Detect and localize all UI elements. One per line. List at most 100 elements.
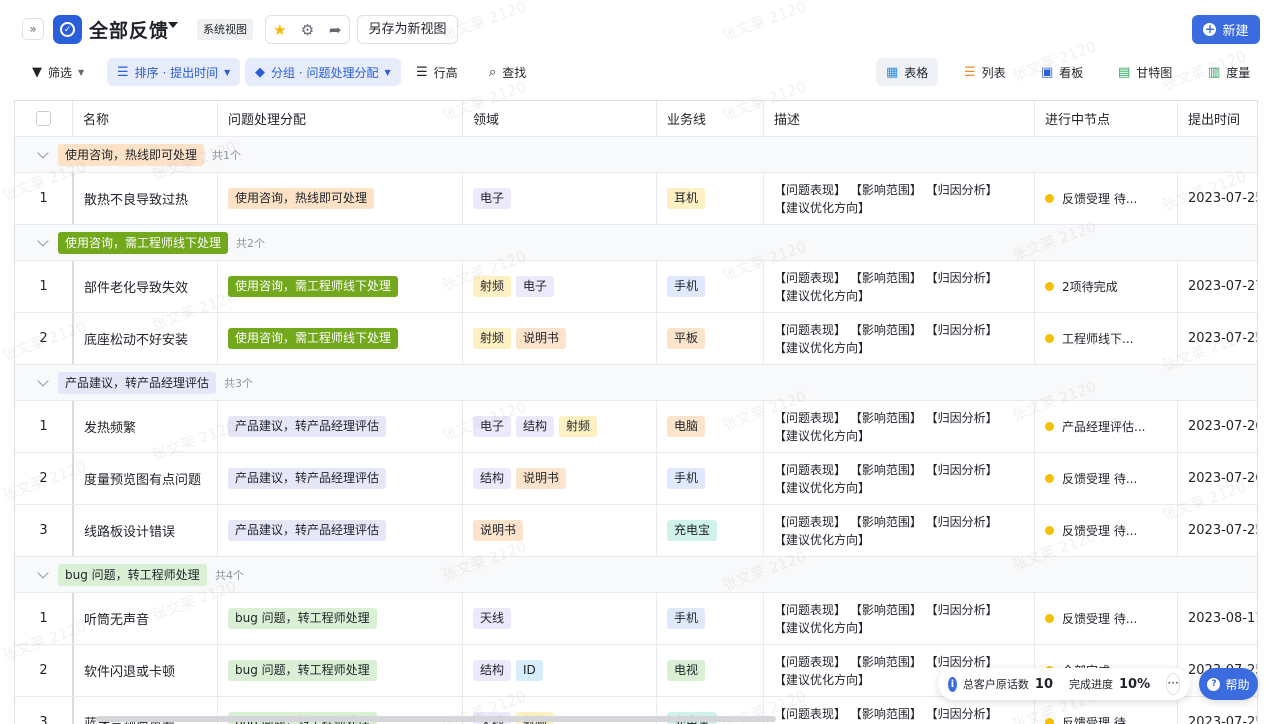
submit-date[interactable]: 2023-07-25 bbox=[1177, 505, 1257, 556]
view-kanban-tab[interactable]: ▣ 看板 bbox=[1031, 58, 1093, 86]
feedback-name[interactable]: 发热频繁 bbox=[72, 401, 217, 452]
select-all-checkbox[interactable] bbox=[36, 111, 51, 126]
chevron-down-icon[interactable] bbox=[37, 375, 49, 387]
table-row[interactable]: 1 散热不良导致过热 使用咨询，热线即可处理 电子 耳机 【问题表现】 【影响范围】 【归… bbox=[15, 173, 1257, 225]
assign-cell[interactable]: 使用咨询，需工程师线下处理 bbox=[217, 313, 462, 364]
find-button[interactable]: ⌕ 查找 bbox=[479, 58, 536, 86]
business-line-cell[interactable]: 平板 bbox=[656, 313, 763, 364]
feedback-name[interactable]: 软件闪退或卡顿 bbox=[72, 645, 217, 696]
column-header-name[interactable]: 名称 bbox=[72, 101, 217, 136]
table-row[interactable]: 3 线路板设计错误 产品建议，转产品经理评估 说明书 充电宝 【问题表现】 【影响范围】 … bbox=[15, 505, 1257, 557]
domain-cell[interactable]: 说明书 bbox=[462, 505, 656, 556]
row-height-button[interactable]: ☰ 行高 bbox=[406, 58, 468, 86]
description-cell[interactable]: 【问题表现】 【影响范围】 【归因分析】【建议优化方向】 bbox=[763, 697, 1034, 724]
active-node-cell[interactable]: 反馈受理 待... bbox=[1034, 697, 1177, 724]
submit-date[interactable]: 2023-07-27 bbox=[1177, 261, 1257, 312]
feedback-name[interactable]: 部件老化导致失效 bbox=[72, 261, 217, 312]
assign-cell[interactable]: bug 问题，转工程师处理 bbox=[217, 645, 462, 696]
column-header-active-node[interactable]: 进行中节点 bbox=[1034, 101, 1177, 136]
business-line-cell[interactable]: 充电宝 bbox=[656, 505, 763, 556]
column-header-submit-time[interactable]: 提出时间 bbox=[1177, 101, 1257, 136]
page-title[interactable]: 全部反馈 bbox=[89, 16, 169, 43]
gear-icon[interactable]: ⚙ bbox=[294, 16, 322, 43]
active-node-cell[interactable]: 反馈受理 待... bbox=[1034, 505, 1177, 556]
chevron-down-icon[interactable] bbox=[37, 147, 49, 159]
table-row[interactable]: 1 听筒无声音 bug 问题，转工程师处理 天线 手机 【问题表现】 【影响范围】 【归因… bbox=[15, 593, 1257, 645]
description-cell[interactable]: 【问题表现】 【影响范围】 【归因分析】【建议优化方向】 bbox=[763, 593, 1034, 644]
star-icon[interactable]: ★ bbox=[266, 16, 294, 43]
help-button[interactable]: ? 帮助 bbox=[1199, 668, 1258, 700]
view-table-tab[interactable]: ▦ 表格 bbox=[876, 58, 939, 86]
column-header-business-line[interactable]: 业务线 bbox=[656, 101, 763, 136]
active-node-cell[interactable]: 反馈受理 待... bbox=[1034, 453, 1177, 504]
feedback-name[interactable]: 散热不良导致过热 bbox=[72, 173, 217, 224]
feedback-name[interactable]: 底座松动不好安装 bbox=[72, 313, 217, 364]
column-header-assign[interactable]: 问题处理分配 bbox=[217, 101, 462, 136]
description-cell[interactable]: 【问题表现】 【影响范围】 【归因分析】【建议优化方向】 bbox=[763, 505, 1034, 556]
chevron-down-icon[interactable] bbox=[37, 235, 49, 247]
table-row[interactable]: 2 底座松动不好安装 使用咨询，需工程师线下处理 射频 说明书 平板 【问题表现】 【影响范… bbox=[15, 313, 1257, 365]
feedback-name[interactable]: 线路板设计错误 bbox=[72, 505, 217, 556]
submit-date[interactable]: 2023-07-26 bbox=[1177, 453, 1257, 504]
save-as-new-view-button[interactable]: 另存为新视图 bbox=[357, 15, 458, 44]
domain-cell[interactable]: 电子 结构 射频 bbox=[462, 401, 656, 452]
active-node-cell[interactable]: 产品经理评估... bbox=[1034, 401, 1177, 452]
assign-cell[interactable]: bug 问题，转工程师处理 bbox=[217, 593, 462, 644]
active-node-cell[interactable]: 2项待完成 bbox=[1034, 261, 1177, 312]
view-list-tab[interactable]: ☰ 列表 bbox=[954, 58, 1016, 86]
assign-cell[interactable]: 产品建议，转产品经理评估 bbox=[217, 401, 462, 452]
business-line-cell[interactable]: 耳机 bbox=[656, 173, 763, 224]
submit-date[interactable]: 2023-07-25 bbox=[1177, 173, 1257, 224]
view-metric-tab[interactable]: ▥ 度量 bbox=[1198, 58, 1260, 86]
view-gantt-tab[interactable]: ▤ 甘特图 bbox=[1108, 58, 1182, 86]
active-node-text: 2项待完成 bbox=[1062, 280, 1118, 294]
submit-date[interactable]: 2023-08-11 bbox=[1177, 593, 1257, 644]
active-node-cell[interactable]: 反馈受理 待... bbox=[1034, 173, 1177, 224]
domain-cell[interactable]: 天线 bbox=[462, 593, 656, 644]
feedback-name[interactable]: 听筒无声音 bbox=[72, 593, 217, 644]
active-node-cell[interactable]: 反馈受理 待... bbox=[1034, 593, 1177, 644]
assign-cell[interactable]: 产品建议，转产品经理评估 bbox=[217, 453, 462, 504]
business-line-cell[interactable]: 电脑 bbox=[656, 401, 763, 452]
feedback-name[interactable]: 度量预览图有点问题 bbox=[72, 453, 217, 504]
table-row[interactable]: 2 度量预览图有点问题 产品建议，转产品经理评估 结构 说明书 手机 【问题表现】 【影响范… bbox=[15, 453, 1257, 505]
business-line-cell[interactable]: 电视 bbox=[656, 645, 763, 696]
double-chevron-icon: » bbox=[29, 22, 37, 36]
chevron-down-icon[interactable] bbox=[37, 567, 49, 579]
group-count: 共4个 bbox=[215, 569, 244, 582]
share-icon[interactable]: ➦ bbox=[321, 16, 349, 43]
submit-date[interactable]: 2023-07-26 bbox=[1177, 401, 1257, 452]
domain-cell[interactable]: 射频 说明书 bbox=[462, 313, 656, 364]
new-button[interactable]: + 新建 bbox=[1192, 15, 1260, 44]
description-cell[interactable]: 【问题表现】 【影响范围】 【归因分析】【建议优化方向】 bbox=[763, 453, 1034, 504]
business-line-cell[interactable]: 手机 bbox=[656, 593, 763, 644]
description-cell[interactable]: 【问题表现】 【影响范围】 【归因分析】【建议优化方向】 bbox=[763, 313, 1034, 364]
group-button[interactable]: ◆ 分组 · 问题处理分配 ▼ bbox=[245, 58, 401, 86]
submit-date[interactable]: 2023-07-25 bbox=[1177, 313, 1257, 364]
more-icon[interactable]: ··· bbox=[1166, 673, 1180, 695]
active-node-cell[interactable]: 工程师线下... bbox=[1034, 313, 1177, 364]
assign-cell[interactable]: 使用咨询，热线即可处理 bbox=[217, 173, 462, 224]
sort-button[interactable]: ☰ 排序 · 提出时间 ▼ bbox=[107, 58, 241, 86]
business-line-cell[interactable]: 手机 bbox=[656, 261, 763, 312]
domain-tag: 结构 bbox=[473, 660, 512, 681]
domain-cell[interactable]: 结构 ID bbox=[462, 645, 656, 696]
submit-date[interactable]: 2023-07-25 bbox=[1177, 697, 1257, 724]
column-header-domain[interactable]: 领域 bbox=[462, 101, 656, 136]
domain-cell[interactable]: 结构 说明书 bbox=[462, 453, 656, 504]
assign-cell[interactable]: 使用咨询，需工程师线下处理 bbox=[217, 261, 462, 312]
assign-cell[interactable]: 产品建议，转产品经理评估 bbox=[217, 505, 462, 556]
title-dropdown-icon[interactable] bbox=[168, 22, 178, 28]
description-cell[interactable]: 【问题表现】 【影响范围】 【归因分析】【建议优化方向】 bbox=[763, 173, 1034, 224]
table-row[interactable]: 1 发热频繁 产品建议，转产品经理评估 电子 结构 射频 电脑 【问题表现】 【影响范围】 【… bbox=[15, 401, 1257, 453]
table-row[interactable]: 1 部件老化导致失效 使用咨询，需工程师线下处理 射频 电子 手机 【问题表现】 【影响范围… bbox=[15, 261, 1257, 313]
description-cell[interactable]: 【问题表现】 【影响范围】 【归因分析】【建议优化方向】 bbox=[763, 401, 1034, 452]
domain-cell[interactable]: 电子 bbox=[462, 173, 656, 224]
business-line-cell[interactable]: 手机 bbox=[656, 453, 763, 504]
description-cell[interactable]: 【问题表现】 【影响范围】 【归因分析】【建议优化方向】 bbox=[763, 261, 1034, 312]
column-header-description[interactable]: 描述 bbox=[763, 101, 1034, 136]
filter-button[interactable]: ▼ 筛选 ▼ bbox=[22, 58, 94, 86]
expand-sidebar-button[interactable]: » bbox=[22, 18, 44, 40]
horizontal-scrollbar[interactable] bbox=[96, 716, 776, 722]
domain-cell[interactable]: 射频 电子 bbox=[462, 261, 656, 312]
